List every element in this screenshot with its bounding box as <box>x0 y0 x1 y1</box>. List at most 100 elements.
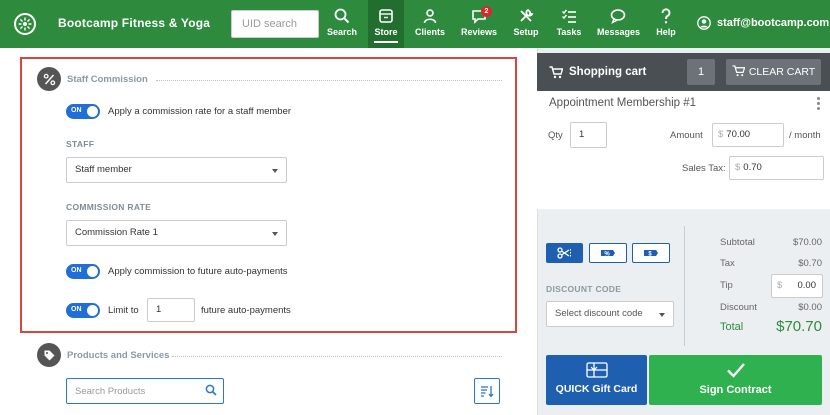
chevron-down-icon <box>272 232 278 236</box>
nav-tasks-label: Tasks <box>556 27 582 37</box>
nav-search[interactable]: Search <box>326 0 358 48</box>
tasks-icon <box>561 9 576 23</box>
nav-tasks[interactable]: Tasks <box>555 0 583 48</box>
quick-gift-card-button[interactable]: QUICK Gift Card <box>546 355 647 405</box>
toggle-on-label: ON <box>71 306 82 313</box>
cart-clear-icon <box>732 65 746 77</box>
subtotal-label: Subtotal <box>720 237 755 248</box>
nav-store-label: Store <box>374 27 398 37</box>
amount-suffix: / month <box>789 130 821 141</box>
tag-icon <box>37 343 61 367</box>
dollar-sign: $ <box>735 162 741 173</box>
discount-code-label: DISCOUNT CODE <box>546 284 622 294</box>
limit-prefix-text: Limit to <box>108 305 139 316</box>
nav-messages[interactable]: Messages <box>597 0 641 48</box>
tip-value: 0.00 <box>797 280 817 291</box>
totals-divider <box>684 226 685 346</box>
discount-label: Discount <box>720 302 757 313</box>
commission-rate-label: COMMISSION RATE <box>66 202 152 212</box>
percent-icon <box>37 67 61 91</box>
commission-rate-value: Commission Rate 1 <box>75 227 158 238</box>
messages-icon <box>610 9 626 24</box>
apply-commission-toggle[interactable]: ON <box>66 104 100 119</box>
nav-reviews[interactable]: 2 Reviews <box>461 0 497 48</box>
apply-commission-text: Apply a commission rate for a staff memb… <box>108 106 292 117</box>
staff-select[interactable]: Staff member <box>66 157 287 183</box>
future-autopay-toggle[interactable]: ON <box>66 264 100 279</box>
more-options-icon[interactable] <box>817 97 820 111</box>
section-divider <box>156 80 502 81</box>
nav-clients[interactable]: Clients <box>413 0 447 48</box>
staff-commission-section <box>20 57 517 333</box>
search-icon <box>334 8 350 24</box>
tax-value: $0.70 <box>798 258 822 269</box>
toggle-knob <box>87 305 98 316</box>
qty-label: Qty <box>548 130 563 141</box>
search-products-field[interactable] <box>66 378 224 404</box>
limit-toggle[interactable]: ON <box>66 303 100 318</box>
percent-tag-icon: % <box>601 250 615 258</box>
uid-search-input[interactable] <box>231 10 319 38</box>
cart-item-title: Appointment Membership #1 <box>549 97 697 109</box>
total-label: Total <box>720 321 744 333</box>
cart-item: Appointment Membership #1 <box>537 91 830 209</box>
limit-count-input[interactable]: 1 <box>147 298 195 322</box>
user-menu[interactable]: staff@bootcamp.com <box>697 16 829 30</box>
nav-setup-label: Setup <box>513 27 539 37</box>
staff-select-value: Staff member <box>75 164 132 175</box>
nav-search-label: Search <box>326 27 358 37</box>
checkmark-icon <box>726 363 745 378</box>
user-avatar-icon <box>697 16 711 30</box>
toggle-on-label: ON <box>71 267 82 274</box>
tip-input[interactable]: $0.00 <box>771 274 823 298</box>
limit-suffix-text: future auto-payments <box>201 305 291 316</box>
discount-code-select[interactable]: Select discount code <box>546 301 674 327</box>
store-icon <box>379 9 393 23</box>
section-divider <box>172 356 502 357</box>
toggle-on-label: ON <box>71 107 82 114</box>
sign-contract-button[interactable]: Sign Contract <box>649 355 822 405</box>
clear-cart-button[interactable]: CLEAR CART <box>726 59 821 85</box>
setup-icon <box>520 8 534 22</box>
percent-discount-button[interactable]: % <box>589 243 627 263</box>
gift-card-label: QUICK Gift Card <box>555 383 638 395</box>
top-navbar: Bootcamp Fitness & Yoga Search Store Cli… <box>0 0 830 48</box>
sales-tax-value: 0.70 <box>743 162 762 173</box>
gift-card-icon <box>585 362 608 378</box>
qty-input[interactable]: 1 <box>570 122 607 148</box>
search-icon[interactable] <box>205 384 217 396</box>
dollar-discount-button[interactable]: $ <box>632 243 670 263</box>
tip-label: Tip <box>720 280 733 291</box>
nav-clients-label: Clients <box>414 27 445 37</box>
nav-messages-label: Messages <box>597 27 641 37</box>
sales-tax-label: Sales Tax: <box>682 163 726 174</box>
cart-count-badge: 1 <box>687 59 715 85</box>
tax-label: Tax <box>720 258 735 269</box>
nav-reviews-label: Reviews <box>461 27 498 37</box>
cart-header: Shopping cart 1 CLEAR CART <box>537 53 830 91</box>
total-value: $70.70 <box>776 318 822 335</box>
amount-input[interactable]: $70.00 <box>712 123 784 147</box>
brand-logo-icon[interactable] <box>14 13 36 35</box>
amount-value: 70.00 <box>726 129 751 140</box>
nav-help[interactable]: Help <box>654 0 678 48</box>
sort-icon <box>481 386 494 398</box>
scissors-discount-button[interactable] <box>546 243 583 263</box>
products-services-title: Products and Services <box>67 350 170 361</box>
cart-title: Shopping cart <box>569 66 647 78</box>
brand-name: Bootcamp Fitness & Yoga <box>58 16 211 30</box>
nav-setup[interactable]: Setup <box>512 0 540 48</box>
sort-button[interactable] <box>474 378 500 404</box>
reviews-badge: 2 <box>481 6 492 17</box>
nav-store[interactable]: Store <box>368 0 404 48</box>
discount-value: $0.00 <box>798 302 822 313</box>
staff-commission-title: Staff Commission <box>67 74 148 85</box>
amount-label: Amount <box>670 130 703 141</box>
clear-cart-label: CLEAR CART <box>748 66 816 78</box>
search-products-input[interactable] <box>67 379 197 403</box>
help-icon <box>661 8 671 24</box>
commission-rate-select[interactable]: Commission Rate 1 <box>66 220 287 246</box>
clients-icon <box>423 9 437 24</box>
sign-contract-label: Sign Contract <box>699 384 772 396</box>
sales-tax-input[interactable]: $0.70 <box>729 156 824 180</box>
